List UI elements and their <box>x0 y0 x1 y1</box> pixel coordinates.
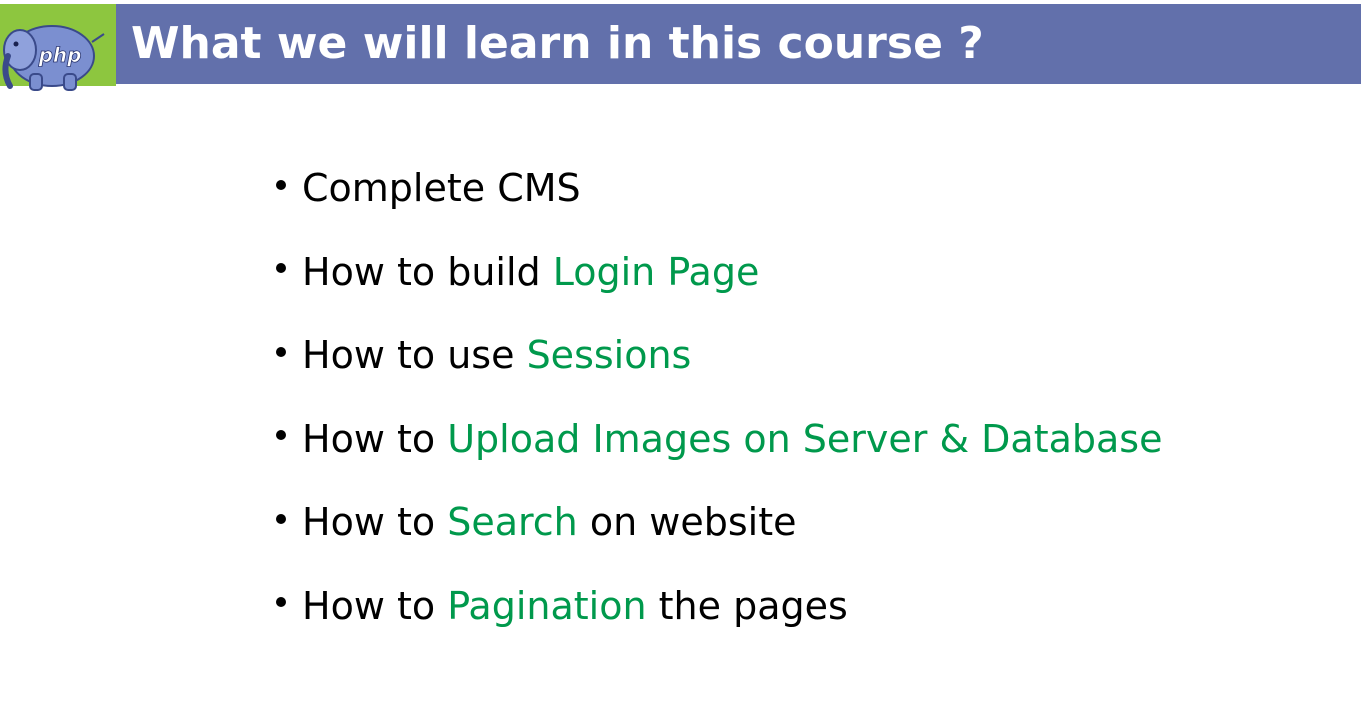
item-text-after: the pages <box>646 583 848 628</box>
bullet-icon <box>276 430 286 440</box>
bullet-icon <box>276 179 286 190</box>
page-title: What we will learn in this course ? <box>131 18 984 69</box>
item-highlight: Pagination <box>447 583 647 628</box>
title-bar: What we will learn in this course ? <box>116 4 1361 84</box>
item-highlight: Upload Images on Server & Database <box>447 416 1163 461</box>
bullet-icon <box>276 597 286 607</box>
item-text: How to use <box>302 333 527 377</box>
bullet-list: Complete CMS How to build Login Page How… <box>276 163 1162 664</box>
svg-text:php: php <box>38 43 82 67</box>
php-elephant-icon: php <box>2 25 105 91</box>
list-item: Complete CMS <box>276 163 1162 247</box>
bullet-icon <box>276 513 286 524</box>
item-highlight: Login Page <box>552 249 760 294</box>
bullet-icon <box>276 263 286 273</box>
item-text: Complete CMS <box>302 166 581 210</box>
item-text: How to <box>302 500 448 544</box>
item-text: How to <box>302 583 448 628</box>
item-highlight: Sessions <box>526 333 692 377</box>
list-item: How to Search on website <box>276 497 1162 581</box>
list-item: How to use Sessions <box>276 330 1162 414</box>
list-item: How to Upload Images on Server & Databas… <box>276 414 1162 498</box>
php-logo: php <box>0 4 116 91</box>
bullet-icon <box>276 346 286 357</box>
item-text: How to build <box>302 249 553 294</box>
item-highlight: Search <box>447 500 578 544</box>
list-item: How to Pagination the pages <box>276 581 1162 665</box>
list-item: How to build Login Page <box>276 247 1162 331</box>
item-text: How to <box>302 416 448 461</box>
item-text-after: on website <box>577 500 797 544</box>
